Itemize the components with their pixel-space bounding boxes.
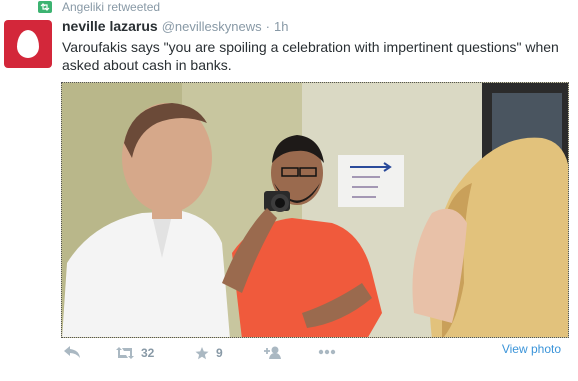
retweet-button[interactable]: 32 (116, 346, 154, 360)
more-button[interactable] (318, 349, 336, 355)
retweet-context: Angeliki retweeted (38, 0, 160, 14)
tweet-timestamp[interactable]: 1h (274, 19, 288, 34)
tweet-actions: 32 9 View photo (62, 342, 570, 366)
author-handle[interactable]: @nevilleskynews (162, 19, 262, 34)
avatar-egg-icon (17, 30, 39, 58)
add-user-icon (264, 346, 281, 359)
favorite-count: 9 (216, 346, 223, 360)
reply-button[interactable] (64, 346, 80, 358)
tweet-header: neville lazarus @nevilleskynews · 1h (62, 18, 288, 34)
more-dots-icon (318, 349, 336, 355)
retweet-icon (38, 1, 52, 13)
retweet-icon (116, 347, 134, 359)
photo-image (62, 83, 568, 337)
reply-icon (64, 346, 80, 358)
view-photo-link[interactable]: View photo (502, 342, 561, 356)
separator: · (265, 19, 270, 34)
retweet-context-label[interactable]: Angeliki retweeted (62, 0, 160, 14)
avatar[interactable] (4, 20, 52, 68)
star-icon (195, 346, 209, 359)
favorite-button[interactable]: 9 (195, 346, 223, 360)
follow-button[interactable] (264, 346, 282, 359)
retweet-count: 32 (141, 346, 155, 360)
tweet-photo[interactable] (61, 82, 569, 338)
author-name[interactable]: neville lazarus (62, 18, 158, 34)
tweet-text: Varoufakis says "you are spoiling a cele… (62, 39, 559, 73)
